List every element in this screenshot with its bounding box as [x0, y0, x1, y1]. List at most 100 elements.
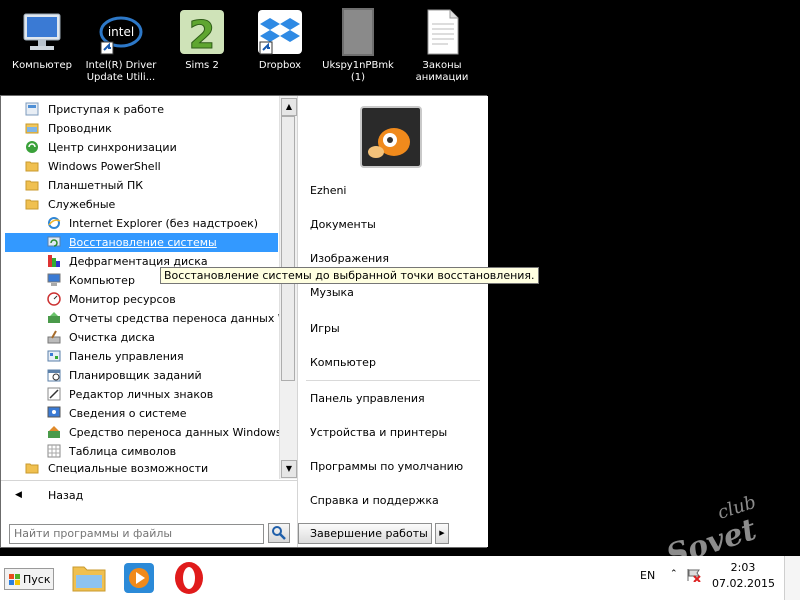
- separator: [306, 380, 480, 381]
- easy-transfer-icon: [47, 425, 61, 439]
- program-item[interactable]: Приступая к работе: [1, 100, 279, 119]
- program-item[interactable]: Центр синхронизации: [1, 138, 279, 157]
- control-panel-link[interactable]: Панель управления: [310, 392, 425, 405]
- program-item[interactable]: Очистка диска: [1, 328, 279, 347]
- devices-printers-link[interactable]: Устройства и принтеры: [310, 426, 447, 439]
- folder-icon: [25, 159, 39, 173]
- intel-icon: intel: [97, 8, 145, 56]
- desktop-icon-laws[interactable]: Законы анимации: [403, 8, 481, 84]
- sync-center-icon: [25, 140, 39, 154]
- disk-cleanup-icon: [47, 330, 61, 344]
- desktop-icon-label: Sims 2: [185, 60, 219, 71]
- char-map-icon: [47, 444, 61, 458]
- shutdown-options-arrow-icon[interactable]: ▶: [435, 523, 449, 544]
- folder-icon: [25, 178, 39, 192]
- opera-icon[interactable]: [170, 559, 208, 597]
- program-item[interactable]: Специальные возможности: [1, 459, 279, 478]
- search-button[interactable]: [268, 523, 290, 543]
- explorer-icon[interactable]: [70, 559, 108, 597]
- desktop-icon-label: Ukspy1nPBmk (1): [322, 60, 394, 83]
- program-item[interactable]: Панель управления: [1, 347, 279, 366]
- folder-icon: [25, 461, 39, 475]
- desktop-icon-dropbox[interactable]: Dropbox: [241, 8, 319, 72]
- documents-link[interactable]: Документы: [310, 218, 376, 231]
- char-editor-icon: [47, 387, 61, 401]
- clock[interactable]: 2:03 07.02.2015: [712, 560, 775, 592]
- control-panel-icon: [47, 349, 61, 363]
- desktop-icon-intel[interactable]: intel Intel(R) Driver Update Utili...: [82, 8, 160, 84]
- program-item-selected[interactable]: Восстановление системы: [5, 233, 278, 252]
- dropbox-icon: [256, 8, 304, 56]
- desktop-icon-label: Intel(R) Driver Update Utili...: [85, 60, 157, 83]
- watermark-logo: club Sovet: [660, 492, 772, 574]
- start-menu: Приступая к работе Проводник Центр синхр…: [0, 95, 488, 548]
- system-restore-icon: [47, 235, 61, 249]
- desktop-icon-label: Компьютер: [12, 60, 72, 71]
- desktop-icon-ukspy[interactable]: Ukspy1nPBmk (1): [319, 8, 397, 84]
- all-programs-list: Приступая к работе Проводник Центр синхр…: [1, 96, 279, 479]
- computer-icon: [18, 8, 66, 56]
- start-menu-right-pane: Ezheni Документы Изображения Музыка Игры…: [297, 96, 488, 547]
- shutdown-button[interactable]: Завершение работы: [298, 523, 432, 544]
- folder-icon: [25, 197, 39, 211]
- transfer-report-icon: [47, 311, 61, 325]
- document-icon: [418, 8, 466, 56]
- svg-text:2: 2: [189, 13, 215, 56]
- explorer-folder-icon: [25, 121, 39, 135]
- ie-icon: [47, 216, 61, 230]
- desktop-icon-sims2[interactable]: 2 Sims 2: [163, 8, 241, 72]
- games-link[interactable]: Игры: [310, 322, 340, 335]
- back-button[interactable]: ◀ Назад: [1, 480, 297, 511]
- language-indicator[interactable]: EN: [640, 569, 655, 582]
- program-item[interactable]: Редактор личных знаков: [1, 385, 279, 404]
- program-item[interactable]: Windows PowerShell: [1, 157, 279, 176]
- resource-monitor-icon: [47, 292, 61, 306]
- start-label: Пуск: [23, 573, 51, 586]
- program-item[interactable]: Средство переноса данных Windows: [1, 423, 279, 442]
- defrag-icon: [47, 254, 61, 268]
- search-icon: [272, 526, 286, 540]
- start-menu-left-pane: Приступая к работе Проводник Центр синхр…: [1, 96, 297, 547]
- getting-started-icon: [25, 102, 39, 116]
- program-item[interactable]: Планировщик заданий: [1, 366, 279, 385]
- scrollbar-thumb[interactable]: [281, 116, 295, 381]
- computer-icon: [47, 273, 61, 287]
- user-avatar[interactable]: [360, 106, 422, 168]
- image-file-icon: [334, 8, 382, 56]
- svg-text:Sovet: Sovet: [662, 512, 760, 563]
- scroll-up-arrow-icon[interactable]: ▲: [281, 98, 297, 116]
- scroll-down-arrow-icon[interactable]: ▼: [281, 460, 297, 478]
- windows-flag-icon: [9, 574, 20, 585]
- media-player-icon[interactable]: [120, 559, 158, 597]
- program-item[interactable]: Проводник: [1, 119, 279, 138]
- system-info-icon: [47, 406, 61, 420]
- program-item[interactable]: Планшетный ПК: [1, 176, 279, 195]
- show-hidden-icons-icon[interactable]: ⌃: [670, 569, 678, 579]
- computer-link[interactable]: Компьютер: [310, 356, 376, 369]
- task-scheduler-icon: [47, 368, 61, 382]
- search-field[interactable]: [9, 524, 264, 544]
- tooltip: Восстановление системы до выбранной точк…: [160, 267, 539, 284]
- desktop-icon-computer[interactable]: Компьютер: [3, 8, 81, 72]
- pictures-link[interactable]: Изображения: [310, 252, 389, 265]
- program-item[interactable]: Монитор ресурсов: [1, 290, 279, 309]
- clock-date: 07.02.2015: [712, 577, 775, 590]
- desktop-icon-label: Dropbox: [258, 60, 302, 71]
- start-button[interactable]: Пуск: [4, 568, 54, 590]
- sims2-icon: 2: [178, 8, 226, 58]
- desktop-icon-label: Законы анимации: [415, 60, 469, 83]
- program-item[interactable]: Отчеты средства переноса данных Wir: [1, 309, 279, 328]
- username-link[interactable]: Ezheni: [310, 184, 347, 197]
- show-desktop-button[interactable]: [784, 556, 800, 600]
- program-list-scrollbar[interactable]: ▲ ▼: [279, 96, 297, 479]
- svg-text:intel: intel: [108, 25, 134, 39]
- program-item[interactable]: Internet Explorer (без надстроек): [1, 214, 279, 233]
- help-support-link[interactable]: Справка и поддержка: [310, 494, 439, 507]
- search-input[interactable]: [10, 525, 254, 541]
- program-item[interactable]: Сведения о системе: [1, 404, 279, 423]
- action-center-icon[interactable]: [686, 568, 702, 583]
- program-item[interactable]: Служебные: [1, 195, 279, 214]
- music-link[interactable]: Музыка: [310, 286, 354, 299]
- back-arrow-icon: ◀: [15, 490, 22, 500]
- default-programs-link[interactable]: Программы по умолчанию: [310, 460, 463, 473]
